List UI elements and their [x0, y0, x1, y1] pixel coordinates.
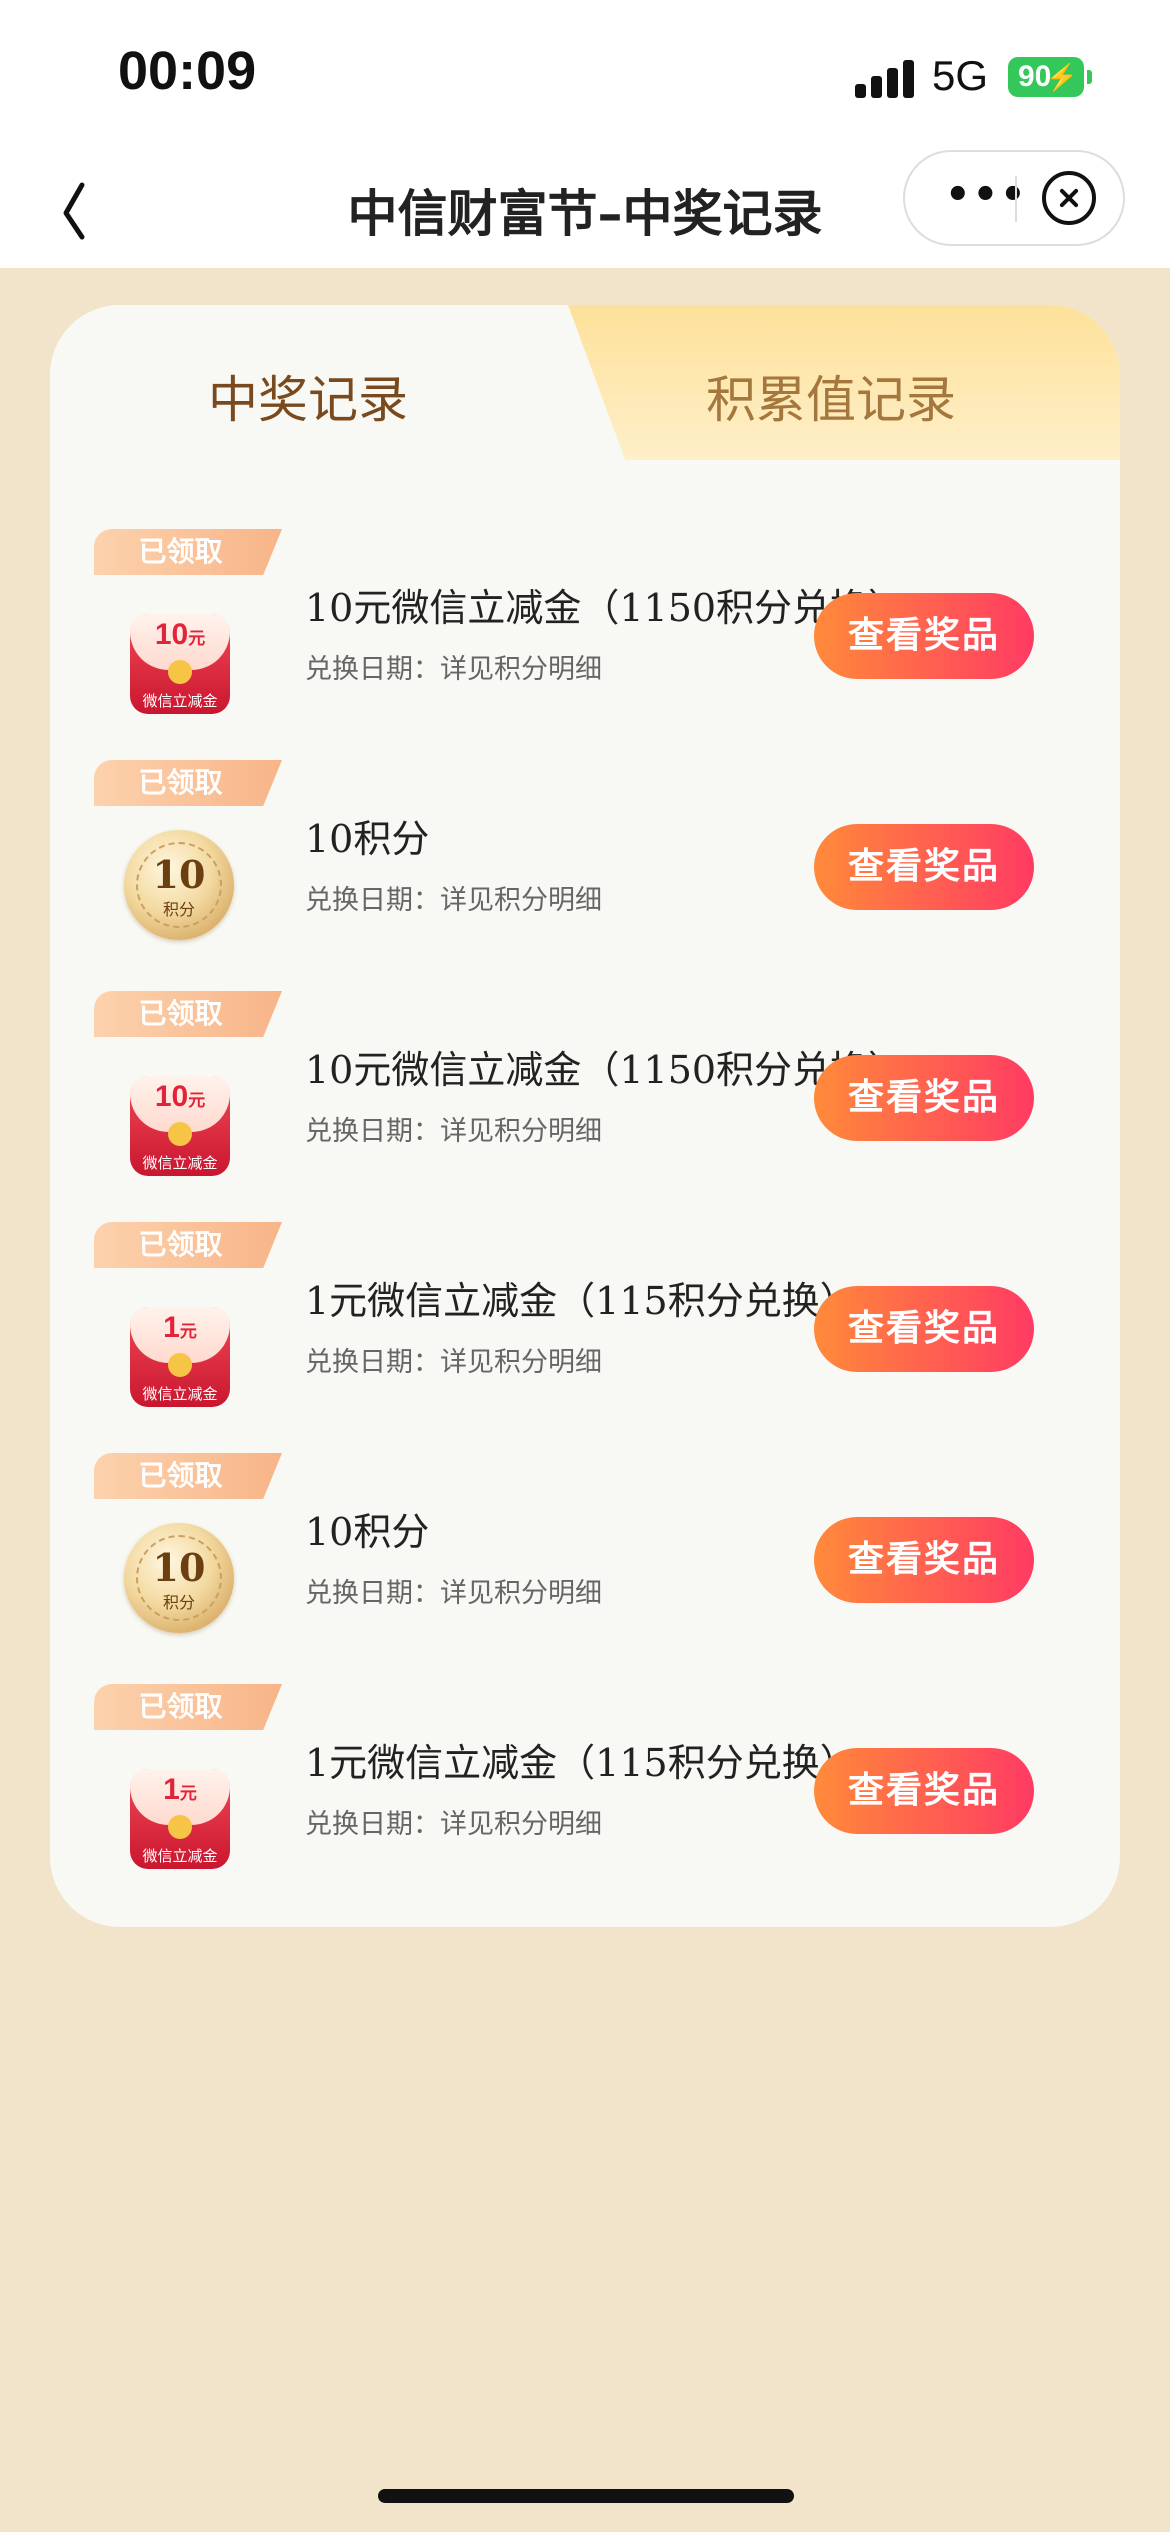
envelope-amount: 1元: [130, 1311, 230, 1345]
points-coin-icon: 10 积分: [124, 830, 234, 940]
status-badge: 已领取: [94, 1453, 282, 1499]
envelope-amount-unit: 元: [188, 629, 206, 648]
coin-amount: 10: [152, 1545, 206, 1590]
status-bar: 00:09 5G 90 ⚡: [0, 0, 1170, 150]
red-envelope-icon: 10元 微信立减金: [130, 1066, 230, 1176]
view-prize-button[interactable]: 查看奖品: [814, 1748, 1034, 1834]
item-subtitle: 兑换日期：详见积分明细: [305, 1809, 602, 1840]
records-card: 中奖记录 积累值记录 已领取 10元 微信立减金 10元微信立减金（1150积分…: [50, 305, 1120, 1927]
item-title: 10积分: [305, 817, 430, 861]
status-badge: 已领取: [94, 529, 282, 575]
view-prize-button[interactable]: 查看奖品: [814, 1517, 1034, 1603]
status-badge: 已领取: [94, 1684, 282, 1730]
signal-icon: [855, 58, 915, 98]
red-envelope-icon: 1元 微信立减金: [130, 1759, 230, 1869]
tab-bottom-fill: [50, 460, 1120, 500]
view-prize-button[interactable]: 查看奖品: [814, 824, 1034, 910]
list-item: 已领取 1元 微信立减金 1元微信立减金（115积分兑换） 兑换日期：详见积分明…: [50, 1684, 1120, 1894]
tab-prize-records[interactable]: 中奖记录: [208, 360, 408, 432]
list-item: 已领取 1元 微信立减金 1元微信立减金（115积分兑换） 兑换日期：详见积分明…: [50, 1222, 1120, 1432]
nav-bar: 中信财富节–中奖记录 •••: [0, 150, 1170, 268]
envelope-label: 微信立减金: [142, 692, 218, 710]
view-prize-button[interactable]: 查看奖品: [814, 593, 1034, 679]
tab-accumulated-records[interactable]: 积累值记录: [706, 360, 956, 432]
envelope-amount-value: 10: [154, 618, 189, 651]
view-prize-button[interactable]: 查看奖品: [814, 1055, 1034, 1141]
red-envelope-icon: 1元 微信立减金: [130, 1297, 230, 1407]
charging-bolt-icon: ⚡: [1045, 62, 1078, 92]
network-type: 5G: [932, 52, 989, 99]
battery-icon: 90 ⚡: [1008, 57, 1084, 97]
item-subtitle: 兑换日期：详见积分明细: [305, 1116, 602, 1147]
capsule-divider: [1015, 176, 1017, 222]
item-subtitle: 兑换日期：详见积分明细: [305, 885, 602, 916]
close-icon[interactable]: [1042, 171, 1096, 225]
item-title: 1元微信立减金（115积分兑换）: [305, 1279, 858, 1323]
envelope-label: 微信立减金: [142, 1154, 218, 1172]
red-envelope-icon: 10元 微信立减金: [130, 604, 230, 714]
envelope-amount-unit: 元: [179, 1322, 197, 1341]
list-item: 已领取 10元 微信立减金 10元微信立减金（1150积分兑换） 兑换日期：详见…: [50, 529, 1120, 739]
envelope-label: 微信立减金: [142, 1847, 218, 1865]
envelope-amount: 10元: [130, 1080, 230, 1114]
envelope-amount-unit: 元: [188, 1091, 206, 1110]
item-title: 1元微信立减金（115积分兑换）: [305, 1741, 858, 1785]
envelope-amount: 10元: [130, 618, 230, 652]
points-coin-icon: 10 积分: [124, 1523, 234, 1633]
list-item: 已领取 10元 微信立减金 10元微信立减金（1150积分兑换） 兑换日期：详见…: [50, 991, 1120, 1201]
coin-amount: 10: [152, 852, 206, 897]
envelope-amount-value: 1: [163, 1773, 180, 1806]
status-badge: 已领取: [94, 760, 282, 806]
coin-label: 积分: [162, 900, 195, 919]
item-subtitle: 兑换日期：详见积分明细: [305, 1347, 602, 1378]
home-indicator[interactable]: [378, 2489, 794, 2503]
view-prize-button[interactable]: 查看奖品: [814, 1286, 1034, 1372]
envelope-amount: 1元: [130, 1773, 230, 1807]
status-time: 00:09: [118, 41, 257, 101]
battery-tip: [1087, 70, 1092, 84]
status-badge: 已领取: [94, 991, 282, 1037]
item-subtitle: 兑换日期：详见积分明细: [305, 1578, 602, 1609]
coin-label: 积分: [162, 1593, 195, 1612]
envelope-label: 微信立减金: [142, 1385, 218, 1403]
item-title: 10积分: [305, 1510, 430, 1554]
mini-program-capsule: •••: [903, 150, 1125, 246]
list-item: 已领取 10 积分 10积分 兑换日期：详见积分明细 查看奖品: [50, 760, 1120, 970]
envelope-amount-unit: 元: [179, 1784, 197, 1803]
item-subtitle: 兑换日期：详见积分明细: [305, 654, 602, 685]
envelope-amount-value: 1: [163, 1311, 180, 1344]
status-badge: 已领取: [94, 1222, 282, 1268]
list-item: 已领取 10 积分 10积分 兑换日期：详见积分明细 查看奖品: [50, 1453, 1120, 1663]
envelope-amount-value: 10: [154, 1080, 189, 1113]
